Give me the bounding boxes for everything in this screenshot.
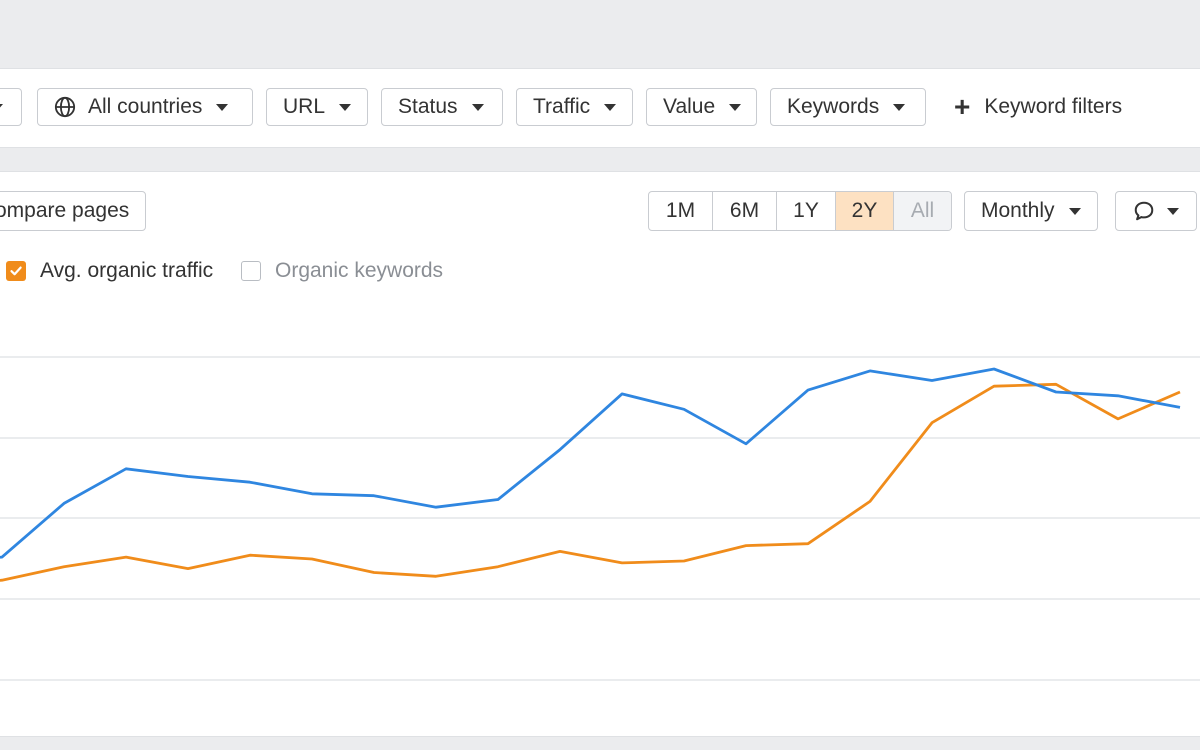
traffic-line-chart <box>0 356 1200 681</box>
status-dropdown[interactable]: Status <box>381 88 503 126</box>
caret-down-icon <box>0 103 3 111</box>
keyword-filters-button[interactable]: + Keyword filters <box>954 88 1122 126</box>
status-label: Status <box>398 95 458 118</box>
filter-bar: All countries URL Status Traffic Value K… <box>0 68 1200 148</box>
traffic-label: Traffic <box>533 95 591 118</box>
traffic-dropdown[interactable]: Traffic <box>516 88 633 126</box>
partial-filter-dropdown[interactable] <box>0 88 22 126</box>
chart-gridlines <box>0 356 1200 681</box>
caret-down-icon <box>471 103 484 111</box>
value-label: Value <box>663 95 716 118</box>
countries-dropdown[interactable]: All countries <box>37 88 253 126</box>
series-line-blue <box>0 367 1181 559</box>
url-label: URL <box>283 95 326 118</box>
keyword-filters-label: Keyword filters <box>984 95 1123 118</box>
url-dropdown[interactable]: URL <box>266 88 368 126</box>
keywords-label: Keywords <box>787 95 880 118</box>
caret-down-icon <box>729 103 742 111</box>
caret-down-icon <box>893 103 906 111</box>
chart-panel: ompare pages 1M 6M 1Y 2Y All Monthly Avg… <box>0 171 1200 737</box>
countries-label: All countries <box>88 95 203 118</box>
chart-series <box>0 367 1181 582</box>
globe-icon <box>54 96 76 118</box>
keywords-dropdown[interactable]: Keywords <box>770 88 926 126</box>
series-line-orange <box>0 382 1181 582</box>
plus-icon: + <box>954 91 971 122</box>
caret-down-icon <box>216 103 229 111</box>
caret-down-icon <box>604 103 617 111</box>
caret-down-icon <box>339 103 352 111</box>
value-dropdown[interactable]: Value <box>646 88 757 126</box>
